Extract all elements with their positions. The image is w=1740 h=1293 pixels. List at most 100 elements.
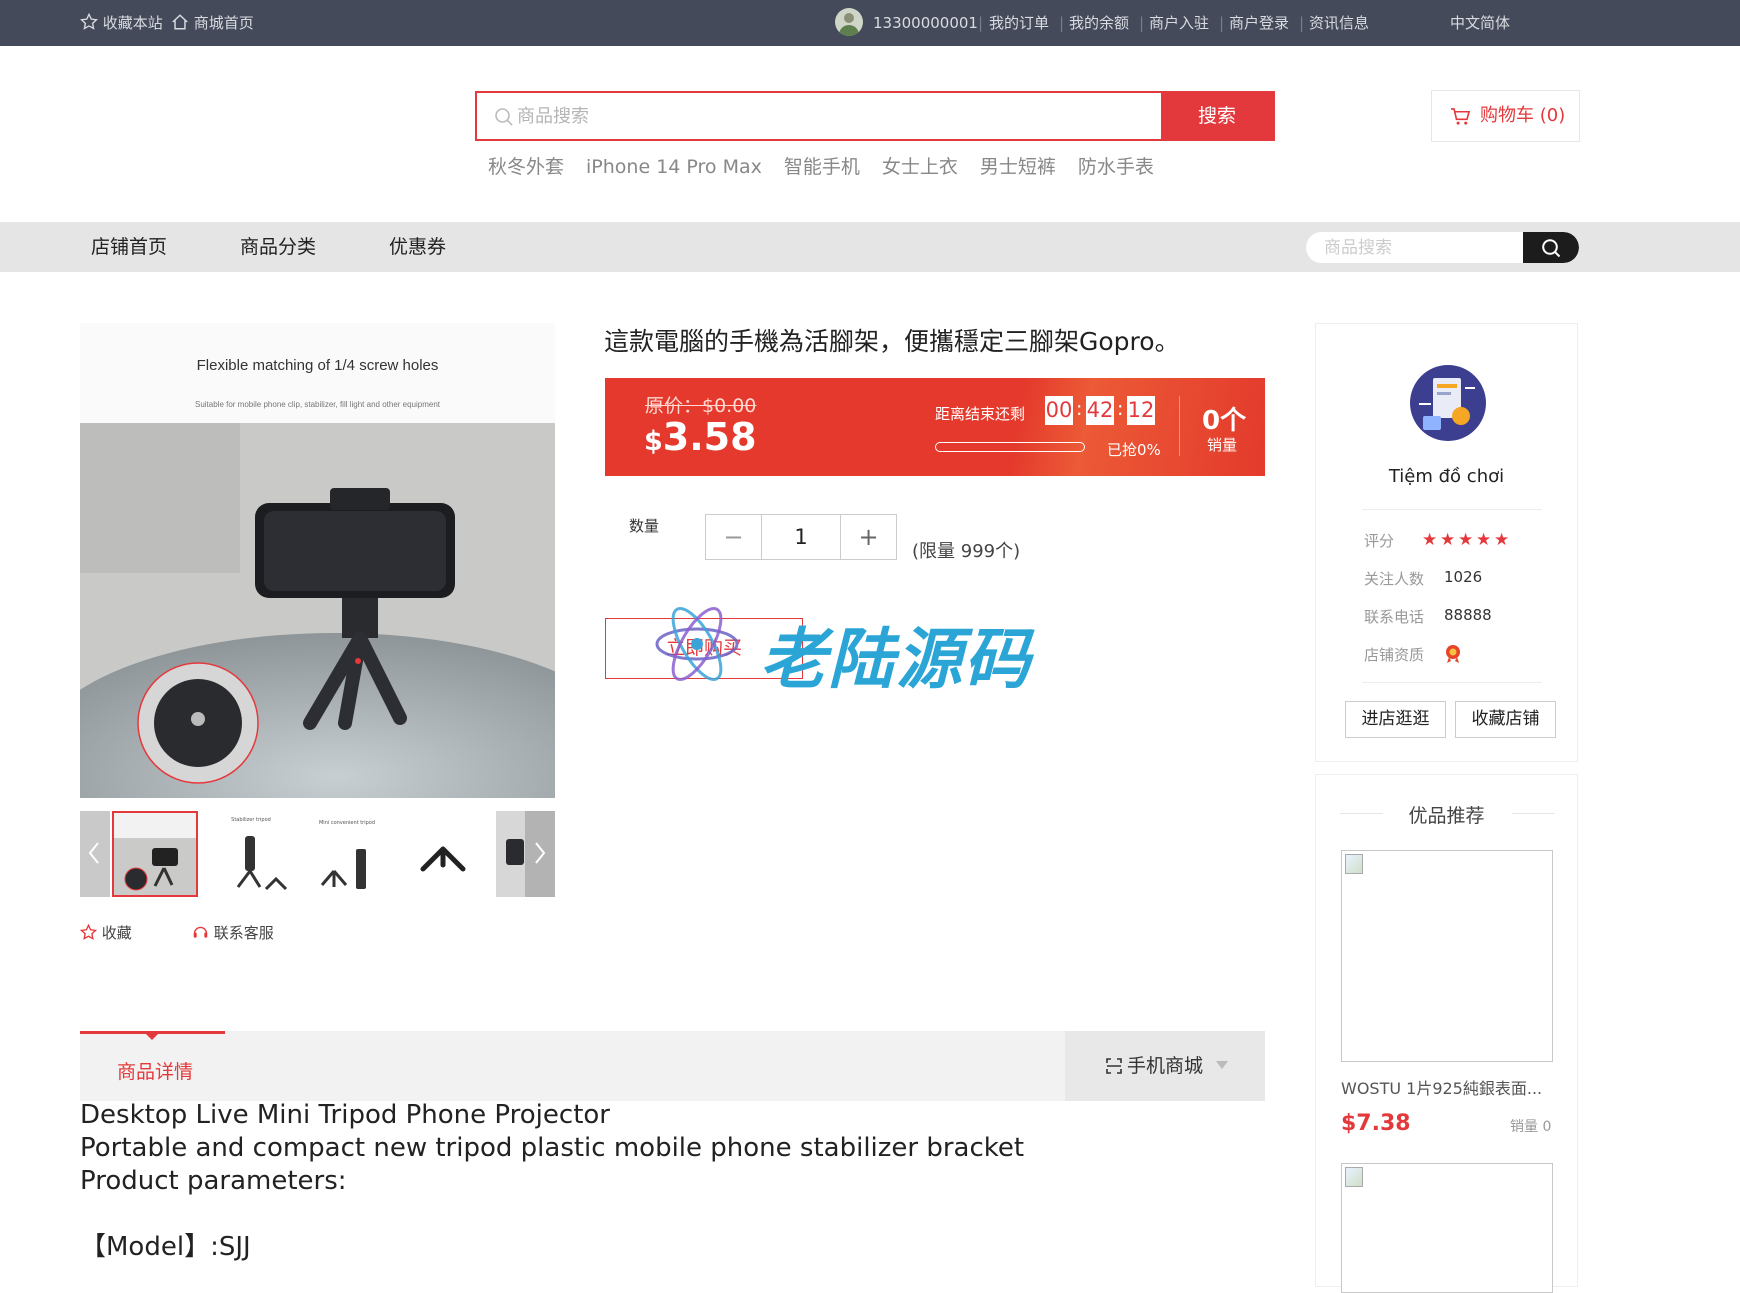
hot-word-link[interactable]: 智能手机 xyxy=(784,156,860,178)
search-icon xyxy=(1542,239,1561,258)
mobile-mall-button[interactable]: 手机商城 xyxy=(1065,1031,1265,1101)
search-icon xyxy=(495,108,513,126)
description-line: 【Model】:SJJ xyxy=(80,1232,251,1262)
thumbnail[interactable] xyxy=(112,811,198,897)
countdown-colon: : xyxy=(1076,398,1083,420)
store-logo[interactable] xyxy=(1409,364,1487,442)
hot-word-link[interactable]: 女士上衣 xyxy=(882,156,958,178)
hot-words: 秋冬外套 iPhone 14 Pro Max 智能手机 女士上衣 男士短裤 防水手表 xyxy=(488,152,1176,179)
cart-button[interactable]: 购物车 (0) xyxy=(1431,90,1580,142)
thumbnail-image xyxy=(420,846,466,872)
star-icon xyxy=(80,12,98,30)
nav-categories[interactable]: 商品分类 xyxy=(240,222,316,272)
store-rating-row: 评分 ★ ★ ★ ★ ★ xyxy=(1364,530,1509,551)
home-icon xyxy=(172,14,188,30)
merchant-join-link[interactable]: 商户入驻 xyxy=(1149,0,1209,46)
favorite-product-button[interactable]: 收藏 xyxy=(79,922,132,943)
divider: | xyxy=(1299,14,1305,32)
purchase-limit: (限量 999个) xyxy=(912,541,1021,562)
thumbnail[interactable]: Mini convenient tripod xyxy=(304,811,390,897)
thumb-prev-button[interactable] xyxy=(80,811,110,897)
rating-star-icon: ★ xyxy=(1440,530,1456,550)
thumb-next-button[interactable] xyxy=(525,811,555,897)
rating-label: 评分 xyxy=(1364,532,1395,550)
nav-store-home[interactable]: 店铺首页 xyxy=(91,222,167,272)
current-price: $3.58 xyxy=(644,415,757,459)
store-card: Tiệm đồ chơi 评分 ★ ★ ★ ★ ★ 关注人数 1026 联系电话 888… xyxy=(1315,323,1578,762)
grabbed-percent: 已抢0% xyxy=(1107,441,1161,459)
quantity-input[interactable]: 1 xyxy=(762,515,840,559)
price-panel: 原价：$0.00 $3.58 距离结束还剩 00 : 42 : 12 已抢0% … xyxy=(605,378,1265,476)
cart-label: 购物车 (0) xyxy=(1480,105,1566,126)
product-main-image: Flexible matching of 1/4 screw holes Sui… xyxy=(80,323,555,798)
recommend-item-image[interactable] xyxy=(1341,850,1553,1062)
description-line: Portable and compact new tripod plastic … xyxy=(80,1133,1025,1163)
user-avatar[interactable] xyxy=(835,8,863,36)
headset-icon xyxy=(193,926,208,938)
hot-word-link[interactable]: iPhone 14 Pro Max xyxy=(586,156,762,178)
main-search-box: 搜索 xyxy=(475,91,1275,141)
my-orders-link[interactable]: 我的订单 xyxy=(989,0,1049,46)
my-balance-link[interactable]: 我的余额 xyxy=(1069,0,1129,46)
top-bar: 收藏本站 商城首页 13300000001 | 我的订单 | 我的余额 | 商户… xyxy=(0,0,1740,46)
quantity-stepper: − 1 + xyxy=(705,514,897,560)
hot-word-link[interactable]: 秋冬外套 xyxy=(488,156,564,178)
nav-coupons[interactable]: 优惠券 xyxy=(389,222,446,272)
store-followers-row: 关注人数 1026 xyxy=(1364,568,1482,589)
quantity-label: 数量 xyxy=(629,517,660,535)
search-input[interactable] xyxy=(517,93,1157,139)
countdown-hours: 00 xyxy=(1045,396,1073,425)
language-select[interactable]: 中文简体 xyxy=(1450,0,1510,46)
followers-count: 1026 xyxy=(1444,568,1483,586)
rating-star-icon: ★ xyxy=(1494,530,1510,550)
home-link[interactable]: 商城首页 xyxy=(171,0,254,46)
currency-symbol: $ xyxy=(644,426,663,457)
star-icon xyxy=(79,923,98,940)
divider xyxy=(1362,509,1542,510)
store-name[interactable]: Tiệm đồ chơi xyxy=(1316,466,1577,487)
quantity-decrease-button[interactable]: − xyxy=(706,515,762,559)
recommend-item-sales: 销量 0 xyxy=(1510,1119,1552,1135)
recommend-item-image[interactable] xyxy=(1341,1163,1553,1293)
thumbnail-image xyxy=(236,836,288,891)
store-search xyxy=(1306,232,1579,263)
thumbnail[interactable]: Stabilizer tripod xyxy=(208,811,294,897)
thumbnail[interactable] xyxy=(400,811,486,897)
sold-count: 0个 xyxy=(1202,406,1247,436)
product-description: Desktop Live Mini Tripod Phone Projector… xyxy=(80,1099,1024,1264)
hot-word-link[interactable]: 男士短裤 xyxy=(980,156,1056,178)
rating-star-icon: ★ xyxy=(1476,530,1492,550)
favorite-store-button[interactable]: 收藏店铺 xyxy=(1455,701,1556,738)
chevron-right-icon xyxy=(535,842,546,864)
merchant-login-link[interactable]: 商户登录 xyxy=(1229,0,1289,46)
contact-service-button[interactable]: 联系客服 xyxy=(192,922,274,943)
detail-tabs: 商品详情 手机商城 xyxy=(80,1031,1265,1101)
tripod-phone-photo xyxy=(80,423,555,798)
tab-product-detail[interactable]: 商品详情 xyxy=(80,1031,225,1101)
sold-label: 销量 xyxy=(1207,436,1238,454)
news-link[interactable]: 资讯信息 xyxy=(1309,0,1369,46)
image-headline: Flexible matching of 1/4 screw holes xyxy=(196,357,439,374)
enter-store-button[interactable]: 进店逛逛 xyxy=(1345,701,1446,738)
store-phone-row: 联系电话 88888 xyxy=(1364,606,1492,627)
tab-label: 商品详情 xyxy=(117,1061,194,1083)
description-line: Product parameters: xyxy=(80,1166,347,1196)
chevron-left-icon xyxy=(88,842,99,864)
license-badge-icon[interactable] xyxy=(1444,644,1462,664)
search-button[interactable]: 搜索 xyxy=(1161,93,1273,139)
image-subline: Suitable for mobile phone clip, stabiliz… xyxy=(194,400,441,409)
divider xyxy=(1179,396,1180,456)
store-search-input[interactable] xyxy=(1324,232,1524,263)
original-price: 原价：$0.00 xyxy=(645,395,757,417)
favorite-site-link[interactable]: 收藏本站 xyxy=(80,0,163,46)
quantity-increase-button[interactable]: + xyxy=(840,515,896,559)
hot-word-link[interactable]: 防水手表 xyxy=(1078,156,1154,178)
countdown-minutes: 42 xyxy=(1086,396,1114,425)
recommend-item-name[interactable]: WOSTU 1片925純銀表面... xyxy=(1341,1075,1542,1099)
followers-label: 关注人数 xyxy=(1364,570,1425,588)
user-phone[interactable]: 13300000001 xyxy=(873,0,978,46)
countdown-colon: : xyxy=(1117,398,1124,420)
store-search-button[interactable] xyxy=(1523,232,1579,263)
divider: | xyxy=(1219,14,1225,32)
rating-star-icon: ★ xyxy=(1458,530,1474,550)
